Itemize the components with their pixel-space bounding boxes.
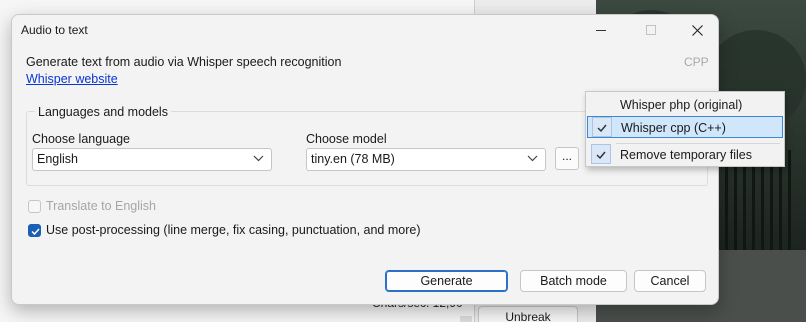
chevron-down-icon: [527, 149, 539, 170]
menu-item-label: Whisper php (original): [620, 98, 743, 112]
maximize-icon: [646, 25, 656, 35]
close-icon: [692, 25, 703, 36]
title-bar: Audio to text: [12, 15, 718, 45]
model-label: Choose model: [306, 132, 387, 146]
language-select[interactable]: English: [32, 148, 272, 171]
maximize-button: [628, 15, 674, 45]
checkmark-icon: [596, 151, 606, 160]
unbreak-button[interactable]: Unbreak: [478, 306, 578, 322]
browse-models-button[interactable]: ...: [555, 147, 579, 170]
close-button[interactable]: [674, 15, 718, 45]
language-label: Choose language: [32, 132, 130, 146]
model-value: tiny.en (78 MB): [311, 152, 395, 166]
translate-checkbox: [28, 200, 41, 213]
cancel-button[interactable]: Cancel: [634, 270, 706, 292]
dialog-content: Generate text from audio via Whisper spe…: [12, 45, 718, 304]
dialog-title: Audio to text: [21, 23, 88, 37]
generate-button[interactable]: Generate: [385, 270, 508, 292]
scrollbar[interactable]: [460, 316, 472, 322]
menu-item-remove-temp-files[interactable]: Remove temporary files: [587, 144, 783, 166]
menu-item-label: Remove temporary files: [620, 148, 752, 162]
dialog-description: Generate text from audio via Whisper spe…: [26, 55, 342, 69]
engine-tag: CPP: [684, 55, 709, 69]
menu-item-whisper-php[interactable]: Whisper php (original): [587, 94, 783, 116]
chevron-down-icon: [253, 149, 265, 170]
batch-mode-button[interactable]: Batch mode: [520, 270, 627, 292]
minimize-button[interactable]: [578, 15, 624, 45]
minimize-icon: [596, 30, 606, 31]
engine-context-menu: Whisper php (original) Whisper cpp (C++)…: [585, 91, 785, 167]
model-select[interactable]: tiny.en (78 MB): [306, 148, 546, 171]
translate-label: Translate to English: [46, 199, 157, 213]
post-processing-label: Use post-processing (line merge, fix cas…: [46, 223, 421, 237]
checkmark-icon: [31, 228, 40, 236]
post-processing-checkbox[interactable]: [28, 224, 41, 237]
menu-item-whisper-cpp[interactable]: Whisper cpp (C++): [587, 116, 783, 138]
group-title: Languages and models: [35, 105, 171, 119]
whisper-website-link[interactable]: Whisper website: [26, 72, 118, 86]
language-value: English: [37, 152, 78, 166]
checkmark-icon: [597, 124, 607, 133]
menu-item-label: Whisper cpp (C++): [621, 121, 726, 135]
